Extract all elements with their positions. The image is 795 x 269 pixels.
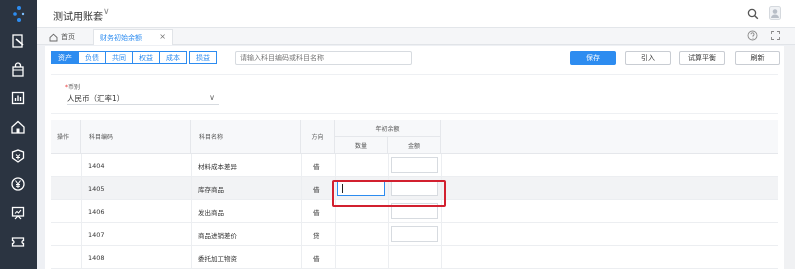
account-name: 委托加工物资 — [198, 254, 237, 263]
amount-input[interactable] — [391, 226, 438, 242]
header-direction: 方向 — [301, 120, 335, 154]
chevron-down-icon[interactable]: ∨ — [103, 7, 110, 17]
account-direction: 借 — [313, 254, 320, 263]
account-direction: 借 — [313, 162, 320, 171]
table-row: 1408 委托加工物资 借 — [51, 246, 778, 269]
tab-bar: 首页 财务初始余额 × — [37, 28, 795, 45]
bag-icon[interactable] — [10, 62, 26, 78]
table-row: 1405 库存商品 借 — [51, 177, 778, 200]
text-cursor — [342, 184, 343, 193]
help-icon[interactable] — [747, 30, 758, 41]
currency-value: 人民币（汇率1） — [67, 94, 125, 103]
amount-input[interactable] — [391, 180, 438, 196]
monitor-icon[interactable] — [10, 205, 26, 221]
account-name: 材料成本差异 — [198, 162, 237, 171]
import-button[interactable]: 引入 — [625, 51, 671, 65]
table-row: 1407 商品进销差价 贷 — [51, 223, 778, 246]
avatar-icon[interactable] — [769, 6, 781, 20]
currency-label-text: 币别 — [68, 84, 81, 91]
account-code: 1407 — [88, 230, 105, 239]
account-code: 1406 — [88, 207, 105, 216]
refresh-button[interactable]: 刷新 — [735, 51, 780, 65]
main-content: 资产 负债 共同 权益 成本 损益 保存 引入 试算平衡 刷新 *币别 人民币（… — [45, 46, 784, 269]
category-tab-equity[interactable]: 权益 — [132, 51, 160, 64]
tab-active-label: 财务初始余额 — [100, 33, 142, 42]
scrollbar[interactable] — [784, 46, 795, 269]
header-name: 科目名称 — [191, 120, 301, 154]
quantity-input[interactable] — [337, 180, 385, 196]
account-code: 1408 — [88, 253, 105, 262]
amount-input[interactable] — [391, 203, 438, 219]
header-code: 科目编码 — [81, 120, 191, 154]
account-code: 1405 — [88, 184, 105, 193]
tab-opening-balance[interactable]: 财务初始余额 × — [93, 29, 173, 45]
header-op: 操作 — [51, 120, 81, 154]
account-name: 库存商品 — [198, 185, 224, 194]
category-tab-profit-loss[interactable]: 损益 — [189, 51, 217, 64]
home-tab-icon — [49, 33, 58, 41]
table-row: 1404 材料成本差异 借 — [51, 154, 778, 177]
yen-icon[interactable] — [10, 176, 26, 192]
currency-label: *币别 — [65, 82, 80, 91]
account-direction: 借 — [313, 208, 320, 217]
account-name: 商品进销差价 — [198, 231, 237, 240]
sidebar — [0, 0, 37, 269]
voucher-icon[interactable] — [10, 33, 26, 49]
tab-home-label: 首页 — [61, 33, 75, 41]
currency-section: *币别 人民币（汇率1） ∨ — [51, 74, 778, 114]
account-name: 发出商品 — [198, 208, 224, 217]
category-tab-assets[interactable]: 资产 — [51, 51, 79, 64]
amount-input[interactable] — [391, 157, 438, 173]
category-tab-liabilities[interactable]: 负债 — [78, 51, 106, 64]
ticket-icon[interactable] — [10, 234, 26, 250]
table-row: 1406 发出商品 借 — [51, 200, 778, 223]
header-amount: 金额 — [388, 137, 441, 154]
tabbar-tools — [747, 30, 781, 41]
logo-icon[interactable] — [12, 5, 26, 23]
search-input[interactable] — [235, 51, 412, 65]
header-filler — [441, 120, 778, 154]
header-opening-balance: 年初余额 — [335, 120, 441, 137]
close-icon[interactable]: × — [159, 32, 166, 41]
tab-home[interactable]: 首页 — [49, 30, 75, 44]
app-title[interactable]: 测试用账套 — [53, 8, 103, 23]
home-icon[interactable] — [10, 119, 26, 135]
category-tab-cost[interactable]: 成本 — [159, 51, 187, 64]
search-icon[interactable] — [747, 8, 759, 20]
balance-table: 操作 科目编码 科目名称 方向 年初余额 数量 金额 1404 材料成本差异 借… — [51, 120, 778, 269]
account-code: 1404 — [88, 161, 105, 170]
save-button[interactable]: 保存 — [570, 51, 616, 65]
header-qty: 数量 — [335, 137, 388, 154]
currency-select[interactable]: 人民币（汇率1） ∨ — [67, 92, 219, 105]
top-bar: 测试用账套 ∨ — [37, 0, 795, 28]
account-direction: 贷 — [313, 231, 320, 240]
fullscreen-icon[interactable] — [770, 30, 781, 41]
report-icon[interactable] — [10, 90, 26, 106]
assets-icon[interactable] — [10, 148, 26, 164]
chevron-down-icon: ∨ — [209, 93, 215, 102]
category-tab-common[interactable]: 共同 — [105, 51, 133, 64]
account-direction: 借 — [313, 185, 320, 194]
category-tabs: 资产 负债 共同 权益 成本 损益 — [51, 51, 217, 64]
trial-balance-button[interactable]: 试算平衡 — [679, 51, 725, 65]
